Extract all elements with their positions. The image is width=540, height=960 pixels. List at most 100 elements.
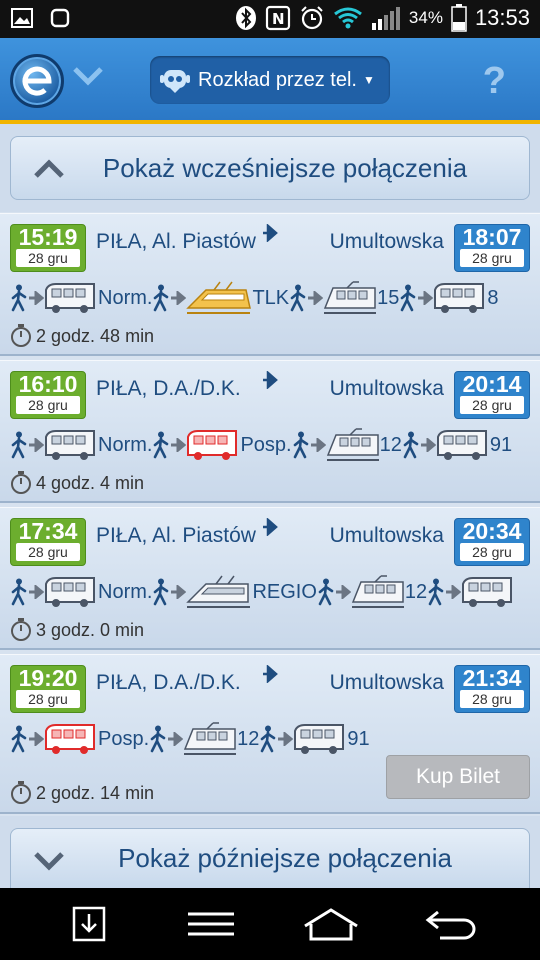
- route-legs: Posp. 12 91: [10, 719, 530, 759]
- arrow-right-icon: [308, 291, 324, 305]
- intercity-train-icon: [186, 281, 252, 314]
- arrow-right-icon: [335, 585, 351, 599]
- leg-label: REGIO: [252, 580, 317, 603]
- arrival-time-box: 20:34 28 gru: [454, 518, 530, 566]
- route-legs: Norm. REGIO 12: [10, 572, 530, 612]
- bluetooth-icon: [235, 6, 256, 30]
- walk-icon: [261, 725, 276, 753]
- arrow-right-icon: [29, 732, 44, 746]
- regional-train-icon: [186, 575, 251, 608]
- arrow-right-icon: [29, 585, 44, 599]
- connection-card[interactable]: 19:20 28 gru PIŁA, D.A./D.K. Umultowska 21:3…: [0, 654, 540, 814]
- wifi-icon: [333, 7, 362, 29]
- chevron-down-icon[interactable]: [72, 66, 104, 86]
- destination-stop: Umultowska: [329, 524, 444, 547]
- stopwatch-icon: [11, 781, 31, 804]
- arrow-right-icon: [310, 438, 326, 452]
- direction-arrow-icon: [263, 517, 278, 537]
- buy-ticket-button[interactable]: Kup Bilet: [386, 755, 530, 799]
- connection-card[interactable]: 15:19 28 gru PIŁA, Al. Piastów Umultowska 18…: [0, 213, 540, 356]
- departure-date: 28 gru: [16, 690, 80, 708]
- arrow-right-icon: [171, 585, 187, 599]
- arrival-date: 28 gru: [460, 690, 524, 708]
- route-legs: Norm. TLK 15 8: [10, 278, 530, 318]
- city-bus-icon: [462, 577, 513, 607]
- walk-icon: [290, 284, 306, 312]
- duration-text: 4 godz. 4 min: [36, 472, 145, 493]
- travel-duration: 2 godz. 48 min: [10, 324, 154, 348]
- status-bar: N 34% 13:53: [0, 0, 540, 38]
- destination-stop: Umultowska: [329, 230, 444, 253]
- arrow-right-icon: [446, 585, 462, 599]
- back-icon[interactable]: [424, 906, 478, 942]
- leg-label: Norm.: [98, 286, 153, 309]
- arrow-right-icon: [29, 438, 44, 452]
- download-tray-icon[interactable]: [72, 906, 106, 942]
- app-logo-icon[interactable]: [10, 54, 64, 108]
- home-icon[interactable]: [302, 906, 360, 942]
- origin-stop: PIŁA, Al. Piastów: [96, 524, 256, 547]
- departure-time: 17:34: [18, 518, 78, 544]
- robot-icon: [160, 70, 190, 93]
- arrow-right-icon: [420, 438, 436, 452]
- stopwatch-icon: [11, 324, 31, 347]
- earlier-connections-button[interactable]: Pokaż wcześniejsze połączenia: [10, 136, 530, 200]
- leg-label: 12: [404, 580, 428, 603]
- arrival-time: 18:07: [462, 224, 522, 250]
- arrival-date: 28 gru: [460, 543, 524, 561]
- city-bus-icon: [436, 430, 487, 460]
- leg-label: 12: [237, 727, 260, 750]
- origin-stop: PIŁA, D.A./D.K.: [96, 671, 241, 694]
- help-button[interactable]: ?: [483, 60, 506, 103]
- direction-arrow-icon: [263, 664, 278, 684]
- battery-icon: [451, 4, 467, 32]
- departure-time: 15:19: [18, 224, 78, 250]
- walk-icon: [154, 431, 169, 459]
- travel-duration: 3 godz. 0 min: [10, 618, 144, 642]
- city-bus-icon: [434, 283, 485, 313]
- arrow-right-icon: [418, 291, 434, 305]
- leg-label: Posp.: [98, 727, 150, 750]
- tram-icon: [326, 428, 379, 461]
- departure-date: 28 gru: [16, 543, 80, 561]
- connection-card[interactable]: 16:10 28 gru PIŁA, D.A./D.K. Umultowska 20:1…: [0, 360, 540, 503]
- signal-icon: [371, 7, 400, 30]
- walk-icon: [428, 578, 444, 606]
- duration-text: 2 godz. 14 min: [36, 782, 155, 803]
- route-legs: Norm. Posp. 12 91: [10, 425, 530, 465]
- walk-icon: [401, 284, 416, 312]
- duration-text: 2 godz. 48 min: [36, 325, 155, 346]
- walk-icon: [154, 578, 169, 606]
- bus-icon: [45, 430, 95, 460]
- departure-date: 28 gru: [16, 249, 80, 267]
- walk-icon: [11, 431, 27, 459]
- departure-time-box: 19:20 28 gru: [10, 665, 86, 713]
- app-bar: Rozkład przez tel. ▼ ?: [0, 38, 540, 124]
- origin-stop: PIŁA, Al. Piastów: [96, 230, 256, 253]
- arrival-time-box: 21:34 28 gru: [454, 665, 530, 713]
- origin-stop: PIŁA, D.A./D.K.: [96, 377, 241, 400]
- arrow-right-icon: [168, 732, 184, 746]
- walk-icon: [293, 431, 308, 459]
- city-bus-icon: [294, 724, 345, 754]
- destination-stop: Umultowska: [329, 377, 444, 400]
- departure-time-box: 15:19 28 gru: [10, 224, 86, 272]
- express-bus-icon: [187, 430, 238, 460]
- connection-card[interactable]: 17:34 28 gru PIŁA, Al. Piastów Umultowska 20…: [0, 507, 540, 650]
- arrival-time-box: 18:07 28 gru: [454, 224, 530, 272]
- duration-text: 3 godz. 0 min: [36, 619, 145, 640]
- mode-selector-button[interactable]: Rozkład przez tel. ▼: [150, 56, 390, 104]
- walk-icon: [403, 431, 419, 459]
- walk-icon: [11, 578, 27, 606]
- menu-icon[interactable]: [186, 906, 236, 942]
- tram-icon: [184, 722, 237, 755]
- leg-label: Posp.: [240, 433, 292, 456]
- bus-icon: [45, 283, 95, 313]
- later-connections-button[interactable]: Pokaż późniejsze połączenia: [10, 828, 530, 888]
- arrow-right-icon: [29, 291, 44, 305]
- clock: 13:53: [474, 5, 530, 30]
- leg-label: Norm.: [98, 433, 153, 456]
- walk-icon: [150, 725, 166, 753]
- tram-icon: [324, 281, 377, 314]
- travel-duration: 2 godz. 14 min: [10, 781, 154, 805]
